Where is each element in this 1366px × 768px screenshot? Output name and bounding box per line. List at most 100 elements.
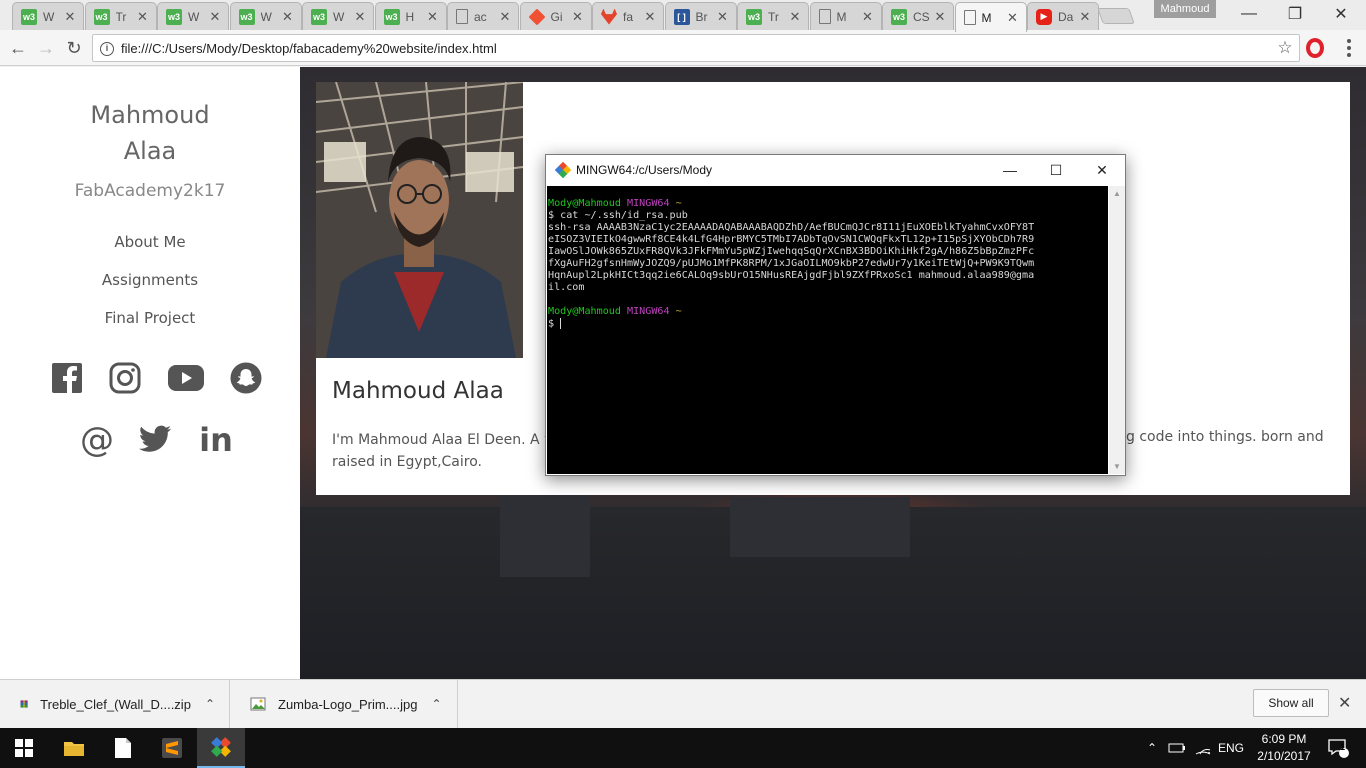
browser-tab[interactable]: w3 W ✕	[302, 2, 374, 30]
terminal-path: ~	[675, 198, 682, 209]
w3-icon: w3	[93, 8, 110, 25]
taskbar-clock[interactable]: 6:09 PM 2/10/2017	[1256, 731, 1312, 765]
download-filename[interactable]: Treble_Clef_(Wall_D....zip	[40, 697, 191, 712]
tab-close-icon[interactable]: ✕	[933, 9, 947, 25]
tab-close-icon[interactable]: ✕	[571, 9, 585, 25]
tab-close-icon[interactable]: ✕	[861, 9, 875, 25]
wifi-icon[interactable]	[1192, 728, 1214, 768]
tab-title: H	[405, 9, 415, 24]
nav-about-me[interactable]: About Me	[0, 233, 300, 251]
tab-close-icon[interactable]: ✕	[788, 9, 802, 25]
menu-icon[interactable]	[1342, 38, 1356, 58]
browser-tab[interactable]: [ ] Br ✕	[664, 2, 737, 30]
download-item[interactable]: Treble_Clef_(Wall_D....zip ⌃	[0, 680, 230, 728]
terminal-output-line: ssh-rsa AAAAB3NzaC1yc2EAAAADAQABAAABAQDZ…	[548, 222, 1035, 233]
tab-close-icon[interactable]: ✕	[498, 9, 512, 25]
download-filename[interactable]: Zumba-Logo_Prim....jpg	[278, 697, 417, 712]
tab-title: fa	[623, 9, 634, 24]
file-explorer-icon[interactable]	[50, 728, 98, 768]
windows-icon	[15, 739, 33, 757]
tab-title: Tr	[115, 9, 127, 24]
tab-close-icon[interactable]: ✕	[716, 9, 730, 25]
browser-tab[interactable]: w3 H ✕	[374, 2, 447, 30]
terminal-scrollbar[interactable]: ▲ ▼	[1109, 186, 1125, 474]
browser-tab[interactable]: ac ✕	[447, 2, 519, 30]
tab-title: Da	[1058, 9, 1074, 24]
download-item[interactable]: Zumba-Logo_Prim....jpg ⌃	[230, 680, 458, 728]
close-window-icon[interactable]: ✕	[1318, 0, 1364, 28]
terminal-maximize-icon[interactable]: ☐	[1033, 155, 1079, 185]
browser-tab[interactable]: w3 W ✕	[229, 2, 302, 30]
close-download-bar-icon[interactable]: ✕	[1338, 693, 1351, 713]
scroll-up-icon[interactable]: ▲	[1113, 189, 1121, 198]
w3-icon: w3	[311, 8, 327, 25]
terminal-window[interactable]: MINGW64:/c/Users/Mody — ☐ ✕ Mody@Mahmoud…	[545, 154, 1126, 476]
tab-close-icon[interactable]: ✕	[426, 9, 440, 25]
tab-close-icon[interactable]: ✕	[136, 9, 150, 25]
snapchat-icon[interactable]	[229, 361, 263, 395]
terminal-titlebar[interactable]: MINGW64:/c/Users/Mody — ☐ ✕	[546, 155, 1125, 185]
chevron-up-icon[interactable]: ⌃	[431, 697, 441, 711]
instagram-icon[interactable]	[108, 361, 142, 395]
facebook-icon[interactable]	[50, 361, 84, 395]
opera-extension-icon[interactable]	[1306, 38, 1324, 58]
linkedin-icon[interactable]: in	[199, 421, 233, 459]
nav-final-project[interactable]: Final Project	[0, 309, 300, 327]
browser-tab[interactable]: M ✕	[954, 2, 1027, 32]
terminal-key-output: ssh-rsa AAAAB3NzaC1yc2EAAAADAQABAAABAQDZ…	[548, 222, 1034, 293]
show-all-button[interactable]: Show all	[1253, 689, 1329, 717]
terminal-minimize-icon[interactable]: —	[987, 155, 1033, 185]
profile-button[interactable]: Mahmoud	[1154, 0, 1216, 18]
git-bash-icon	[554, 161, 572, 179]
terminal-output-line: IawOSlJOWk865ZUxFR8QVk3JFkFMmYu5pWZjIweh…	[548, 246, 1035, 257]
info-icon[interactable]: i	[93, 40, 121, 56]
reload-button[interactable]: ↻	[62, 36, 86, 60]
restore-icon[interactable]: ❐	[1272, 0, 1318, 28]
terminal-output[interactable]: Mody@Mahmoud MINGW64 ~ $ cat ~/.ssh/id_r…	[547, 186, 1108, 474]
browser-tab[interactable]: w3 Tr ✕	[84, 2, 157, 30]
tab-close-icon[interactable]: ✕	[281, 9, 295, 25]
browser-tab[interactable]: Gi ✕	[519, 2, 592, 30]
battery-icon[interactable]	[1166, 728, 1188, 768]
tab-close-icon[interactable]: ✕	[353, 9, 367, 25]
email-icon[interactable]: @	[80, 420, 114, 460]
chevron-up-icon[interactable]: ⌃	[1142, 728, 1162, 768]
nav-assignments[interactable]: Assignments	[0, 271, 300, 289]
tab-close-icon[interactable]: ✕	[1078, 9, 1092, 25]
tab-close-icon[interactable]: ✕	[643, 9, 657, 25]
terminal-env: MINGW64	[627, 198, 670, 209]
browser-tab[interactable]: w3 Tr ✕	[737, 2, 809, 30]
address-bar[interactable]: i file:///C:/Users/Mody/Desktop/fabacade…	[92, 34, 1300, 62]
chevron-up-icon[interactable]: ⌃	[205, 697, 215, 711]
tab-close-icon[interactable]: ✕	[1006, 10, 1020, 26]
back-button[interactable]: ←	[6, 36, 30, 60]
sublime-text-icon[interactable]	[148, 728, 196, 768]
tab-title: CS	[913, 9, 930, 24]
twitter-icon[interactable]	[138, 423, 172, 457]
browser-tab[interactable]: w3 W ✕	[157, 2, 229, 30]
site-subtitle: FabAcademy2k17	[74, 181, 226, 201]
browser-tab[interactable]: fa ✕	[592, 2, 664, 30]
forward-button[interactable]: →	[34, 36, 58, 60]
terminal-prompt: $	[548, 210, 555, 221]
browser-tab[interactable]: M ✕	[809, 2, 882, 30]
browser-tab[interactable]: w3 W ✕	[12, 2, 84, 30]
terminal-title: MINGW64:/c/Users/Mody	[576, 163, 713, 177]
git-bash-taskbar-icon[interactable]	[197, 728, 245, 768]
start-button[interactable]	[0, 728, 48, 768]
bookmark-star-icon[interactable]: ☆	[1271, 38, 1299, 58]
language-indicator[interactable]: ENG	[1214, 728, 1248, 768]
tab-close-icon[interactable]: ✕	[63, 9, 77, 25]
notepad-icon[interactable]	[99, 728, 147, 768]
browser-tab[interactable]: ▶ Da ✕	[1027, 2, 1099, 30]
tab-close-icon[interactable]: ✕	[208, 9, 222, 25]
youtube-icon[interactable]	[166, 361, 206, 395]
terminal-path: ~	[675, 306, 682, 317]
terminal-close-icon[interactable]: ✕	[1079, 155, 1125, 185]
new-tab-button[interactable]	[1097, 8, 1135, 24]
url-text[interactable]: file:///C:/Users/Mody/Desktop/fabacademy…	[121, 41, 1271, 56]
scroll-down-icon[interactable]: ▼	[1113, 462, 1121, 471]
browser-tab[interactable]: w3 CS ✕	[882, 2, 954, 30]
minimize-icon[interactable]: —	[1226, 0, 1272, 28]
action-center-icon[interactable]: 1	[1318, 728, 1358, 768]
